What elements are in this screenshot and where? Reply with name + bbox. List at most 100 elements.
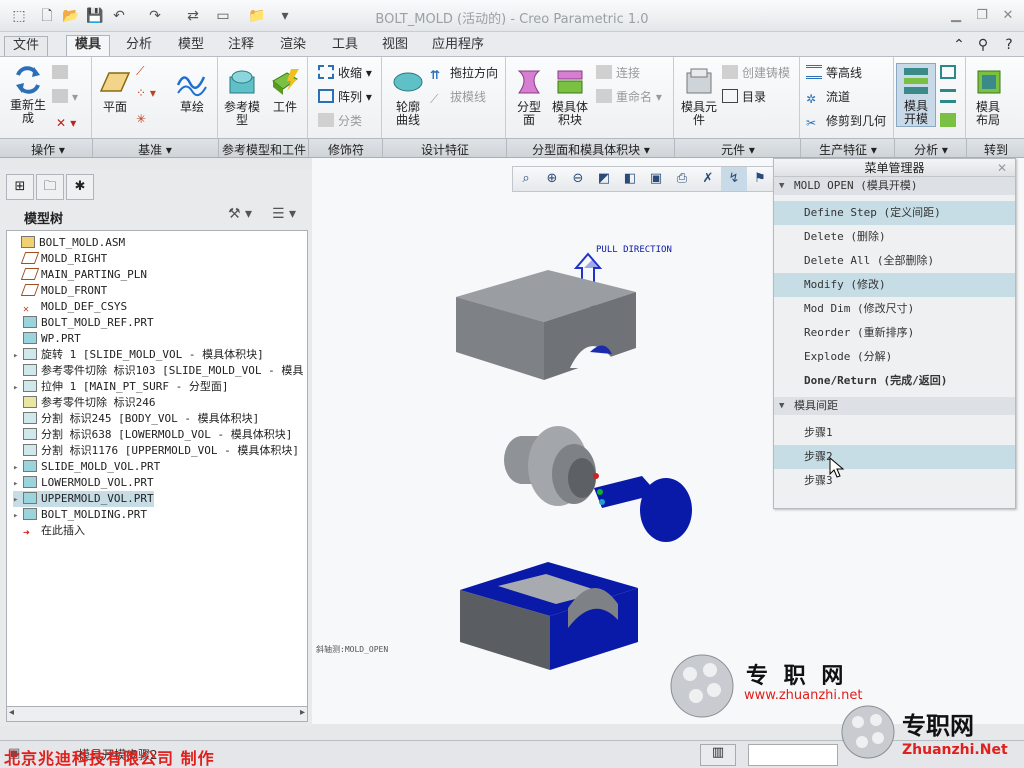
help-icon[interactable]: ? [1000,36,1018,54]
help-search-icon[interactable]: ⚲ [974,36,992,54]
molding-part[interactable] [593,473,692,542]
tree-item[interactable]: ▸ LOWERMOLD_VOL.PRT [13,475,154,491]
regenerate-button[interactable]: 重新生 成 [8,65,48,125]
tree-item[interactable]: WP.PRT [13,331,81,347]
close-icon[interactable]: ✕ [998,7,1018,25]
tab-mold[interactable]: 模具 [66,35,111,57]
group-label-operations[interactable]: 操作 ▾ [18,141,78,158]
point-button[interactable]: ⁘ ▾ [136,83,156,103]
reorder-item[interactable]: Reorder (重新排序) [774,321,1015,345]
expand-icon[interactable]: ▸ [13,492,23,508]
draft-line-button[interactable]: ⟋ 拔模线 [430,87,486,107]
menu-manager-close-icon[interactable]: ✕ [997,159,1007,177]
tree-item[interactable]: ▸ UPPERMOLD_VOL.PRT [13,491,154,507]
expand-icon[interactable]: ▸ [13,380,23,396]
tab-model[interactable]: 模型 [170,36,212,56]
expand-icon[interactable]: ▸ [13,508,23,524]
tree-item[interactable]: BOLT_MOLD_REF.PRT [13,315,154,331]
csys-button[interactable]: ✳ [136,109,146,129]
favorites-tab-icon[interactable]: ✱ [66,174,94,200]
tree-item[interactable]: BOLT_MOLD.ASM [11,235,125,251]
tree-item[interactable]: 参考零件切除 标识246 [13,395,156,411]
delete-all-item[interactable]: Delete All (全部删除) [774,249,1015,273]
tree-item[interactable]: MOLD_FRONT [13,283,107,299]
expand-icon[interactable]: ▸ [13,460,23,476]
group-label-production[interactable]: 生产特征 ▾ [802,141,894,158]
lower-mold-part[interactable] [460,562,638,670]
mold-step-section[interactable]: 模具间距 [774,397,1015,415]
modify-item[interactable]: Modify (修改) [774,273,1015,297]
delete-button[interactable]: ✕ ▾ [56,113,76,133]
mold-open-button[interactable]: 模具 开模 [896,63,936,127]
runner-button[interactable]: ✲ 流道 [806,87,850,107]
draft-direction-button[interactable]: ⇈ 拖拉方向 [430,63,498,83]
tree-item[interactable]: MOLD_RIGHT [13,251,107,267]
status-toggle-icon[interactable]: ▥ [700,744,736,766]
tab-tools[interactable]: 工具 [324,36,366,56]
delete-item[interactable]: Delete (删除) [774,225,1015,249]
upper-mold-part[interactable] [456,270,636,380]
tree-item[interactable]: MAIN_PARTING_PLN [13,267,147,283]
tree-item[interactable]: ▸ SLIDE_MOLD_VOL.PRT [13,459,160,475]
tab-view[interactable]: 视图 [374,36,416,56]
step-1-item[interactable]: 步骤1 [774,421,1015,445]
tree-item[interactable]: 分割 标识245 [BODY_VOL - 模具体积块] [13,411,259,427]
tab-render[interactable]: 渲染 [272,36,314,56]
selection-filter[interactable] [748,744,838,766]
tree-settings-icon[interactable]: ⚒ ▾ [228,206,252,222]
slide-core-part[interactable] [504,426,596,506]
define-step-item[interactable]: Define Step (定义间距) [774,201,1015,225]
mold-open-section[interactable]: MOLD OPEN (模具开模) [774,177,1015,195]
model-tree-tab-icon[interactable]: ⊞ [6,174,34,200]
restore-icon[interactable]: ❐ [972,7,992,25]
tree-item[interactable]: ▸ 旋转 1 [SLIDE_MOLD_VOL - 模具体积块] [13,347,264,363]
sketch-button[interactable]: 草绘 [172,67,212,114]
workpiece-button[interactable]: 工件 [266,67,304,114]
copy-button[interactable] [52,63,72,83]
tab-applications[interactable]: 应用程序 [424,36,492,56]
explode-item[interactable]: Explode (分解) [774,345,1015,369]
expand-icon[interactable]: ▸ [13,348,23,364]
collapse-ribbon-icon[interactable]: ⌃ [950,36,968,54]
step-2-item[interactable]: 步骤2 [774,445,1015,469]
tree-item[interactable]: 分割 标识1176 [UPPERMOLD_VOL - 模具体积块] [13,443,299,459]
parting-surface-button[interactable]: 分型 面 [510,67,548,127]
ref-model-button[interactable]: 参考模 型 [222,67,262,127]
folder-browser-tab-icon[interactable]: 🗀 [36,174,64,200]
tab-file[interactable]: 文件 [4,36,49,56]
axis-button[interactable]: ⟋ [136,61,144,81]
expand-icon[interactable]: ▸ [13,476,23,492]
analysis-tool-1-button[interactable] [940,63,960,83]
connect-button[interactable]: 连接 [596,63,640,83]
trim-geometry-button[interactable]: ✂ 修剪到几何 [806,111,886,131]
mold-layout-button[interactable]: 模具 布局 [968,67,1008,127]
analysis-tool-3-button[interactable] [940,111,960,131]
tree-item[interactable]: ▸ BOLT_MOLDING.PRT [13,507,147,523]
done-return-item[interactable]: Done/Return (完成/返回) [774,369,1015,393]
group-label-components[interactable]: 元件 ▾ [676,141,800,158]
group-label-datum[interactable]: 基准 ▾ [120,141,190,158]
catalog-button[interactable]: 目录 [722,87,766,107]
create-casting-button[interactable]: 创建铸模 [722,63,790,83]
mod-dim-item[interactable]: Mod Dim (修改尺寸) [774,297,1015,321]
analysis-tool-2-button[interactable] [940,87,960,107]
tab-annotate[interactable]: 注释 [220,36,262,56]
silhouette-curve-button[interactable]: 轮廓 曲线 [388,67,428,127]
paste-button[interactable]: ▾ [52,87,78,107]
group-label-analysis[interactable]: 分析 ▾ [896,141,966,158]
pattern-button[interactable]: 阵列 ▾ [318,87,372,107]
tree-horizontal-scrollbar[interactable]: ◂ ▸ [6,706,308,722]
contour-button[interactable]: 等高线 [806,63,862,83]
tab-analysis[interactable]: 分析 [118,36,160,56]
mold-component-button[interactable]: 模具元 件 [678,67,720,127]
tree-item[interactable]: 分割 标识638 [LOWERMOLD_VOL - 模具体积块] [13,427,292,443]
group-label-parting[interactable]: 分型面和模具体积块 ▾ [508,141,674,158]
tree-item[interactable]: 参考零件切除 标识103 [SLIDE_MOLD_VOL - 模具 [13,363,303,379]
rename-button[interactable]: 重命名 ▾ [596,87,662,107]
step-3-item[interactable]: 步骤3 [774,469,1015,493]
mold-volume-button[interactable]: 模具体 积块 [548,67,592,127]
shrink-button[interactable]: 收缩 ▾ [318,63,372,83]
tree-columns-icon[interactable]: ☰ ▾ [272,206,296,222]
classify-button[interactable]: 分类 [318,111,362,131]
tree-item[interactable]: ➜ 在此插入 [13,523,85,539]
